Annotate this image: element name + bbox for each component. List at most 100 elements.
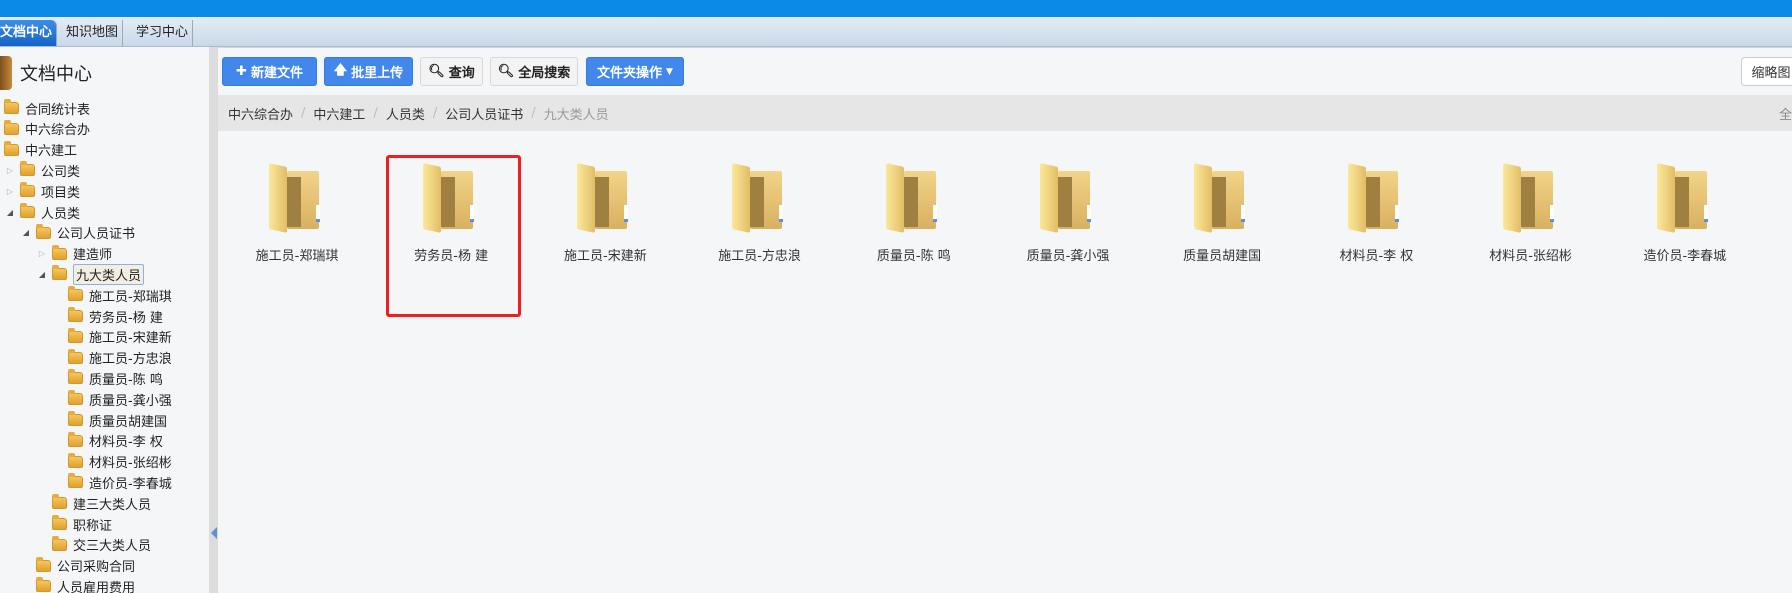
folder-icon	[269, 163, 325, 233]
breadcrumb-item[interactable]: 公司人员证书	[445, 104, 523, 123]
tree-node-label: 合同统计表	[25, 102, 91, 118]
folder-icon	[1348, 163, 1404, 233]
highlight-box	[386, 155, 521, 317]
folder-item[interactable]: 材料员-张绍彬	[1466, 163, 1596, 264]
folder-icon	[885, 163, 942, 233]
folder-item[interactable]: 质量员-陈 鸣	[849, 163, 979, 264]
folder-item[interactable]: 造价员-李春城	[1620, 163, 1750, 264]
expanded-toggle-icon[interactable]: ◢	[36, 270, 48, 279]
expanded-toggle-icon[interactable]: ◢	[20, 228, 32, 237]
folder-item[interactable]: 质量员胡建国	[1157, 163, 1287, 264]
tab-doc-center[interactable]: 文档中心	[0, 20, 58, 46]
tree-node[interactable]: ◢中六建工	[0, 140, 77, 160]
tree-node-label: 公司类	[41, 164, 81, 180]
tree-node-label: 人员类	[41, 206, 81, 222]
breadcrumb-item[interactable]: 人员类	[386, 104, 425, 123]
tree-node[interactable]: ◢ 九大类人员	[36, 263, 145, 285]
folder-label: 材料员-张绍彬	[1489, 249, 1572, 264]
search-icon: 🔍︎	[428, 64, 445, 79]
tree-node[interactable]: 施工员-郑瑞琪	[52, 285, 172, 305]
tree-node-label: 建三大类人员	[73, 497, 152, 513]
folder-icon	[36, 556, 51, 572]
folder-label: 质量员-陈 鸣	[876, 249, 951, 264]
tree-node[interactable]: 职称证	[36, 514, 112, 534]
sidebar-header: 文档中心	[0, 55, 92, 91]
thumbnail-view-button[interactable]: 缩略图	[1741, 57, 1792, 86]
tree-node[interactable]: 人员雇用费用	[20, 576, 135, 593]
folder-item[interactable]: 材料员-李 权	[1311, 163, 1441, 264]
breadcrumb-right-text[interactable]: 全	[1779, 104, 1792, 123]
tree-node-label: 职称证	[73, 518, 113, 534]
folder-label: 质量员-龚小强	[1026, 249, 1110, 264]
tree-node[interactable]: ◢ 公司人员证书	[20, 223, 135, 243]
folder-icon	[1194, 163, 1250, 233]
sidebar-title: 文档中心	[20, 64, 92, 85]
folder-icon	[68, 452, 83, 468]
tree-node[interactable]: 公司采购合同	[20, 556, 135, 576]
folder-icon	[731, 163, 788, 233]
tree-node[interactable]: 合同统计表	[0, 98, 90, 118]
folder-label: 造价员-李春城	[1643, 249, 1727, 264]
folder-icon	[68, 348, 83, 364]
tree-node-label: 材料员-张绍彬	[89, 456, 172, 472]
folder-icon	[1502, 163, 1559, 233]
tree-node[interactable]: ▷ 项目类	[4, 181, 80, 201]
tree-node[interactable]: 交三大类人员	[36, 535, 151, 555]
tab-knowledge-map[interactable]: 知识地图	[62, 20, 124, 46]
folder-icon	[20, 203, 35, 218]
collapse-arrow-icon[interactable]	[211, 527, 217, 539]
tree-node[interactable]: ◢ 人员类	[4, 202, 80, 222]
tree-node[interactable]: 质量员胡建国	[52, 410, 167, 430]
folder-item[interactable]: 施工员-郑瑞琪	[232, 163, 362, 264]
tree-node[interactable]: 材料员-李 权	[52, 431, 163, 451]
folder-icon	[52, 244, 67, 260]
folder-label: 质量员胡建国	[1183, 249, 1262, 264]
tree-node[interactable]: 建三大类人员	[36, 493, 151, 513]
tree-node[interactable]: 施工员-方忠浪	[52, 348, 172, 368]
batch-upload-button[interactable]: 🡅 批里上传	[324, 57, 413, 86]
folder-icon	[52, 494, 67, 510]
expanded-toggle-icon[interactable]: ◢	[4, 208, 16, 217]
collapsed-toggle-icon[interactable]: ▷	[4, 187, 16, 196]
tree-node[interactable]: 材料员-张绍彬	[52, 452, 172, 472]
folder-item[interactable]: 质量员-龚小强	[1003, 163, 1133, 264]
cabinet-icon	[0, 56, 12, 90]
folder-icon	[52, 265, 67, 281]
sidebar-splitter[interactable]	[209, 47, 218, 593]
tree-node[interactable]: ▷ 建造师	[36, 244, 112, 264]
tree-node[interactable]: 质量员-陈 鸣	[52, 368, 163, 388]
query-button[interactable]: 🔍︎ 查询	[420, 57, 483, 86]
breadcrumb: 中六综合办 / 中六建工 / 人员类 / 公司人员证书 / 九大类人员 全	[218, 95, 1792, 131]
tree-node-label: 人员雇用费用	[57, 580, 136, 593]
tree-node-label: 九大类人员	[73, 263, 145, 285]
tree-node-label: 施工员-宋建新	[89, 331, 172, 347]
tree-node-label: 造价员-李春城	[89, 476, 172, 492]
folder-icon	[68, 369, 83, 385]
folder-icon	[4, 119, 19, 135]
tree-node[interactable]: 质量员-龚小强	[52, 389, 172, 409]
folder-icon	[68, 411, 83, 426]
collapsed-toggle-icon[interactable]: ▷	[36, 249, 48, 258]
tree-node[interactable]: 中六综合办	[0, 119, 90, 139]
tree-node-label: 项目类	[41, 185, 81, 201]
folder-item[interactable]: 施工员-宋建新	[540, 163, 670, 264]
new-file-button[interactable]: ✚ 新建文件	[222, 57, 317, 86]
tree-node[interactable]: 劳务员-杨 建	[52, 306, 163, 326]
tree-node[interactable]: 施工员-宋建新	[52, 327, 172, 347]
collapsed-toggle-icon[interactable]: ▷	[4, 166, 16, 175]
tab-learning-center[interactable]: 学习中心	[132, 20, 194, 46]
breadcrumb-item[interactable]: 中六综合办	[228, 104, 293, 123]
tree-node-label: 公司采购合同	[57, 560, 136, 576]
tree-node[interactable]: 造价员-李春城	[52, 472, 172, 492]
breadcrumb-item[interactable]: 中六建工	[313, 104, 365, 123]
tree-node[interactable]: ▷ 公司类	[4, 160, 80, 180]
folder-icon	[20, 161, 35, 177]
breadcrumb-current: 九大类人员	[543, 107, 609, 123]
tree-node-label: 质量员-龚小强	[89, 393, 172, 409]
top-bar	[0, 0, 1792, 17]
folder-icon	[52, 515, 67, 530]
global-search-button[interactable]: 🔍︎ 全局搜索	[490, 57, 578, 86]
tree-node-label: 质量员-陈 鸣	[89, 372, 163, 388]
folder-operations-dropdown[interactable]: 文件夹操作 ▼	[586, 57, 684, 86]
folder-item[interactable]: 施工员-方忠浪	[695, 163, 825, 264]
